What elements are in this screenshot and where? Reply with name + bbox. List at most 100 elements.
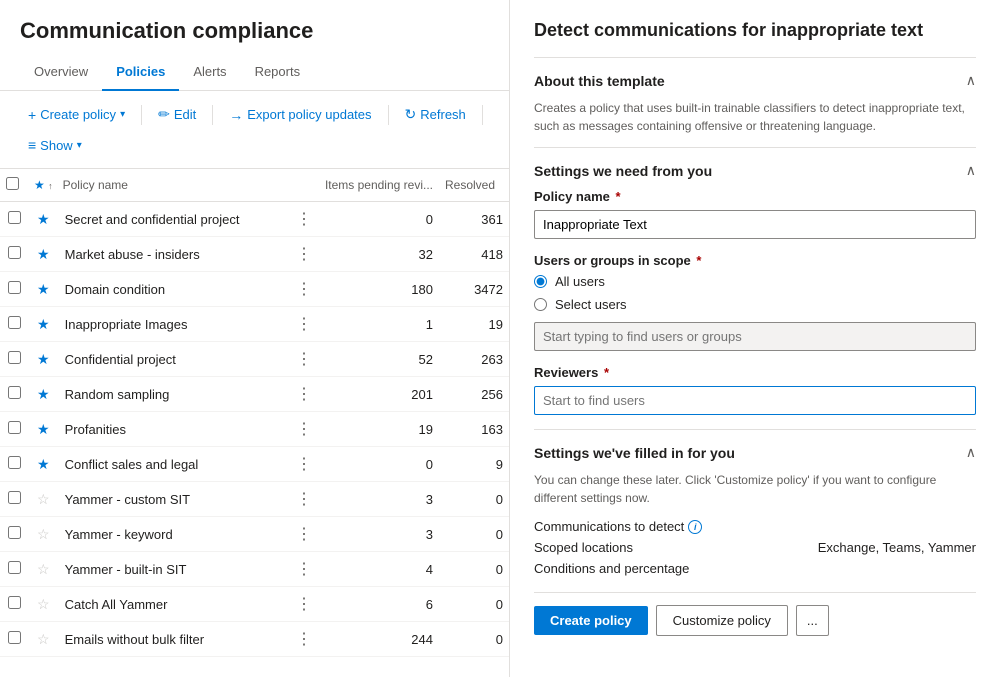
radio-all-users[interactable]: All users	[534, 274, 976, 289]
row-menu[interactable]: ⋮	[290, 552, 319, 587]
star-icon[interactable]: ☆	[37, 596, 50, 612]
col-header-name[interactable]: Policy name	[59, 169, 290, 202]
star-icon[interactable]: ★	[37, 386, 50, 402]
export-policy-button[interactable]: → Export policy updates	[221, 102, 379, 128]
row-name[interactable]: Secret and confidential project	[59, 202, 290, 237]
policy-name-input[interactable]	[534, 210, 976, 239]
row-checkbox[interactable]	[8, 421, 21, 434]
row-checkbox[interactable]	[8, 211, 21, 224]
select-all-checkbox[interactable]	[6, 177, 19, 190]
row-star-cell[interactable]: ☆	[28, 482, 59, 517]
row-name[interactable]: Emails without bulk filter	[59, 622, 290, 657]
row-menu[interactable]: ⋮	[290, 482, 319, 517]
row-star-cell[interactable]: ★	[28, 412, 59, 447]
row-checkbox[interactable]	[8, 561, 21, 574]
row-context-menu[interactable]: ⋮	[296, 316, 313, 333]
row-name[interactable]: Profanities	[59, 412, 290, 447]
row-checkbox[interactable]	[8, 596, 21, 609]
row-context-menu[interactable]: ⋮	[296, 561, 313, 578]
star-icon[interactable]: ☆	[37, 631, 50, 647]
row-menu[interactable]: ⋮	[290, 377, 319, 412]
row-name[interactable]: Domain condition	[59, 272, 290, 307]
row-context-menu[interactable]: ⋮	[296, 631, 313, 648]
row-name[interactable]: Yammer - custom SIT	[59, 482, 290, 517]
row-star-cell[interactable]: ★	[28, 377, 59, 412]
star-icon[interactable]: ☆	[37, 561, 50, 577]
row-context-menu[interactable]: ⋮	[296, 351, 313, 368]
row-star-cell[interactable]: ☆	[28, 587, 59, 622]
col-header-star[interactable]: ★ ↑	[28, 169, 59, 202]
users-search-input[interactable]	[534, 322, 976, 351]
row-star-cell[interactable]: ★	[28, 342, 59, 377]
create-policy-button[interactable]: + Create policy ▾	[20, 102, 133, 128]
row-name[interactable]: Yammer - keyword	[59, 517, 290, 552]
row-name[interactable]: Conflict sales and legal	[59, 447, 290, 482]
row-menu[interactable]: ⋮	[290, 587, 319, 622]
row-checkbox[interactable]	[8, 281, 21, 294]
row-star-cell[interactable]: ★	[28, 237, 59, 272]
row-star-cell[interactable]: ☆	[28, 622, 59, 657]
radio-select-users[interactable]: Select users	[534, 297, 976, 312]
row-name[interactable]: Random sampling	[59, 377, 290, 412]
row-checkbox[interactable]	[8, 526, 21, 539]
col-header-resolved[interactable]: Resolved	[439, 169, 509, 202]
star-icon[interactable]: ☆	[37, 526, 50, 542]
row-context-menu[interactable]: ⋮	[296, 526, 313, 543]
row-star-cell[interactable]: ★	[28, 447, 59, 482]
row-checkbox[interactable]	[8, 631, 21, 644]
star-icon[interactable]: ★	[37, 351, 50, 367]
row-checkbox[interactable]	[8, 386, 21, 399]
row-checkbox[interactable]	[8, 456, 21, 469]
row-menu[interactable]: ⋮	[290, 272, 319, 307]
row-context-menu[interactable]: ⋮	[296, 456, 313, 473]
row-context-menu[interactable]: ⋮	[296, 246, 313, 263]
row-star-cell[interactable]: ☆	[28, 517, 59, 552]
create-policy-submit-button[interactable]: Create policy	[534, 606, 648, 635]
info-icon[interactable]: i	[688, 520, 702, 534]
star-icon[interactable]: ★	[37, 211, 50, 227]
more-actions-button[interactable]: ...	[796, 605, 829, 636]
row-checkbox[interactable]	[8, 491, 21, 504]
row-context-menu[interactable]: ⋮	[296, 211, 313, 228]
row-checkbox[interactable]	[8, 246, 21, 259]
row-name[interactable]: Confidential project	[59, 342, 290, 377]
tab-reports[interactable]: Reports	[241, 54, 315, 91]
tab-alerts[interactable]: Alerts	[179, 54, 240, 91]
customize-policy-button[interactable]: Customize policy	[656, 605, 788, 636]
star-icon[interactable]: ★	[37, 246, 50, 262]
filled-collapse-icon[interactable]: ∧	[966, 444, 976, 461]
row-context-menu[interactable]: ⋮	[296, 386, 313, 403]
row-star-cell[interactable]: ☆	[28, 552, 59, 587]
row-menu[interactable]: ⋮	[290, 622, 319, 657]
row-menu[interactable]: ⋮	[290, 237, 319, 272]
show-button[interactable]: ≡ Show ▾	[20, 132, 90, 158]
star-icon[interactable]: ★	[37, 316, 50, 332]
row-context-menu[interactable]: ⋮	[296, 281, 313, 298]
radio-all-users-input[interactable]	[534, 275, 547, 288]
row-menu[interactable]: ⋮	[290, 517, 319, 552]
row-checkbox[interactable]	[8, 316, 21, 329]
row-context-menu[interactable]: ⋮	[296, 596, 313, 613]
row-menu[interactable]: ⋮	[290, 202, 319, 237]
radio-select-users-input[interactable]	[534, 298, 547, 311]
row-menu[interactable]: ⋮	[290, 307, 319, 342]
reviewers-input[interactable]	[534, 386, 976, 415]
row-name[interactable]: Market abuse - insiders	[59, 237, 290, 272]
star-icon[interactable]: ★	[37, 456, 50, 472]
row-star-cell[interactable]: ★	[28, 307, 59, 342]
refresh-button[interactable]: ↻ Refresh	[397, 101, 474, 128]
row-checkbox[interactable]	[8, 351, 21, 364]
row-star-cell[interactable]: ★	[28, 202, 59, 237]
row-context-menu[interactable]: ⋮	[296, 491, 313, 508]
settings-collapse-icon[interactable]: ∧	[966, 162, 976, 179]
star-icon[interactable]: ☆	[37, 491, 50, 507]
about-collapse-icon[interactable]: ∧	[966, 72, 976, 89]
row-name[interactable]: Inappropriate Images	[59, 307, 290, 342]
col-header-items-pending[interactable]: Items pending revi...	[319, 169, 439, 202]
row-star-cell[interactable]: ★	[28, 272, 59, 307]
row-name[interactable]: Catch All Yammer	[59, 587, 290, 622]
row-menu[interactable]: ⋮	[290, 342, 319, 377]
row-menu[interactable]: ⋮	[290, 412, 319, 447]
edit-button[interactable]: ✏ Edit	[150, 101, 204, 128]
star-icon[interactable]: ★	[37, 281, 50, 297]
